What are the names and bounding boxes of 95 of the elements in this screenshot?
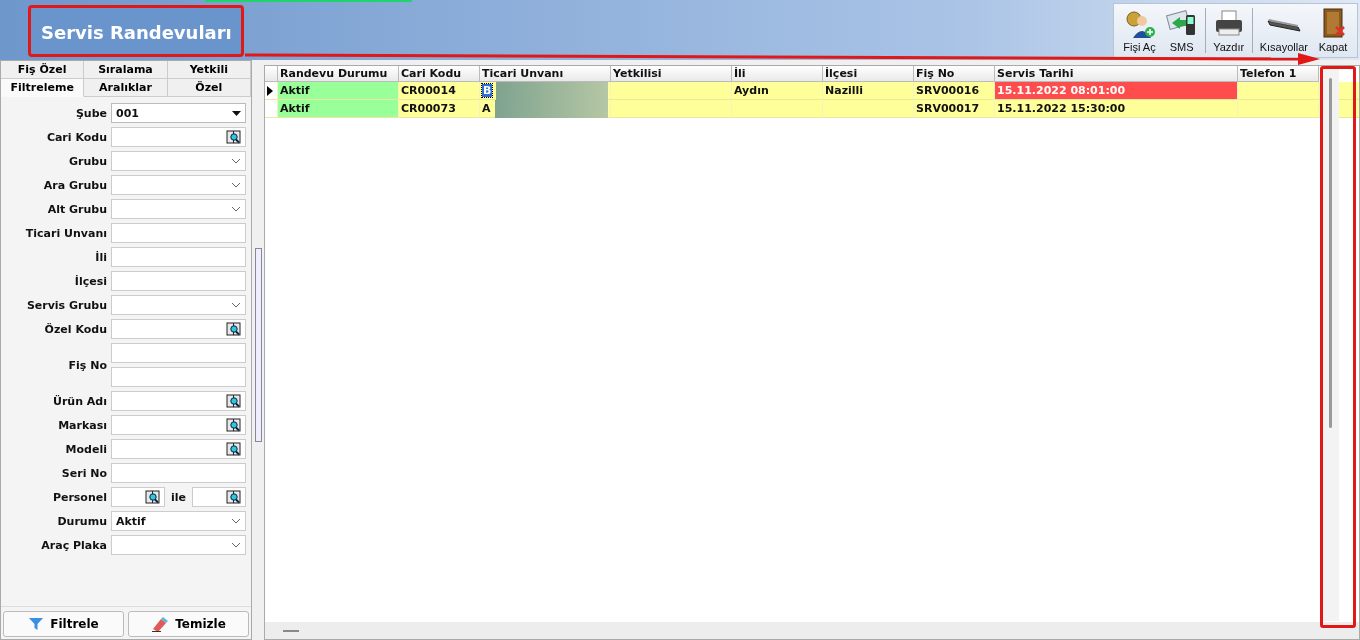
lookup-icon[interactable] <box>226 418 241 432</box>
lookup-field[interactable] <box>111 439 246 459</box>
tab[interactable]: Fiş Özel <box>1 61 85 79</box>
input-field[interactable] <box>111 247 246 267</box>
chevron-icon[interactable] <box>231 182 241 188</box>
lookup-field[interactable] <box>111 127 246 147</box>
field-label: Servis Grubu <box>25 298 107 312</box>
table-cell: 15.11.2022 15:30:00 <box>995 100 1238 118</box>
field-label: Fiş No <box>67 358 107 372</box>
column-header[interactable]: Yetkilisi <box>611 66 732 82</box>
lookup-icon[interactable] <box>226 130 241 144</box>
tab[interactable]: Filtreleme <box>1 79 85 97</box>
field-label: Şube <box>74 106 107 120</box>
field-label: Alt Grubu <box>46 202 107 216</box>
input-field[interactable] <box>111 367 246 387</box>
field-label: Personel <box>51 490 107 504</box>
input-field[interactable] <box>111 271 246 291</box>
dropdown-field[interactable] <box>111 175 246 195</box>
field-label: Grubu <box>68 154 107 168</box>
column-header[interactable]: Fiş No <box>914 66 995 82</box>
column-header[interactable]: Cari Kodu <box>399 66 480 82</box>
toolbar-button[interactable]: Kapat <box>1313 4 1353 57</box>
row-pointer-icon <box>267 85 273 96</box>
filter-button[interactable]: Filtrele <box>3 611 124 637</box>
tab[interactable]: Özel <box>167 79 251 97</box>
table-cell: B <box>480 82 611 100</box>
lookup-field[interactable] <box>111 415 246 435</box>
dropdown-arrow-icon[interactable] <box>232 110 241 116</box>
grid-corner <box>265 66 278 82</box>
column-header[interactable]: Ticari Unvanı <box>480 66 611 82</box>
field-label: ile <box>171 490 186 504</box>
funnel-icon <box>28 617 45 631</box>
toolbar-button[interactable]: SMS <box>1160 4 1203 57</box>
field-label: Ürün Adı <box>52 394 107 408</box>
splitter-handle[interactable] <box>254 248 262 442</box>
chevron-icon[interactable] <box>231 206 241 212</box>
table-cell: Aydın <box>732 82 823 100</box>
lookup-icon[interactable] <box>226 490 241 504</box>
chevron-icon[interactable] <box>231 518 241 524</box>
toolbar-button[interactable]: Yazdır <box>1207 4 1250 57</box>
table-cell: A <box>480 100 611 118</box>
dropdown-field[interactable] <box>111 199 246 219</box>
field-label: Araç Plaka <box>40 538 107 552</box>
lookup-icon[interactable] <box>226 322 241 336</box>
input-field[interactable] <box>111 463 246 483</box>
field-label: Durumu <box>56 514 107 528</box>
table-cell: SRV00016 <box>914 82 995 100</box>
dropdown-field[interactable] <box>111 295 246 315</box>
field-label: Ticari Unvanı <box>24 226 107 240</box>
chevron-icon[interactable] <box>231 542 241 548</box>
column-header[interactable]: Randevu Durumu <box>278 66 399 82</box>
lookup-field[interactable] <box>111 319 246 339</box>
tab[interactable]: Sıralama <box>84 61 168 79</box>
column-header[interactable]: Telefon 1 <box>1238 66 1319 82</box>
lookup-field[interactable] <box>111 487 165 507</box>
eraser-icon <box>151 616 170 632</box>
field-label: Cari Kodu <box>45 130 107 144</box>
field-label: İlçesi <box>73 274 107 288</box>
field-label: İli <box>94 250 107 264</box>
toolbar-button[interactable]: Kısayollar <box>1254 4 1313 57</box>
column-header[interactable]: Servis Tarihi <box>995 66 1238 82</box>
table-cell: Aktif <box>278 100 399 118</box>
field-label: Özel Kodu <box>43 322 107 336</box>
dropdown-field[interactable]: 001 <box>111 103 246 123</box>
table-cell: SRV00017 <box>914 100 995 118</box>
field-label: Seri No <box>60 466 107 480</box>
table-cell: CR00073 <box>399 100 480 118</box>
lookup-field[interactable] <box>111 391 246 411</box>
field-label: Modeli <box>64 442 107 456</box>
table-cell: 15.11.2022 08:01:00 <box>995 82 1238 100</box>
clear-button[interactable]: Temizle <box>128 611 249 637</box>
chevron-icon[interactable] <box>231 158 241 164</box>
chevron-icon[interactable] <box>231 302 241 308</box>
lookup-icon[interactable] <box>226 394 241 408</box>
table-cell: Nazilli <box>823 82 914 100</box>
table-cell: CR00014 <box>399 82 480 100</box>
dropdown-field[interactable]: Aktif <box>111 511 246 531</box>
field-label: Ara Grubu <box>42 178 107 192</box>
tab[interactable]: Yetkili <box>167 61 251 79</box>
window-title: Servis Randevuları <box>28 5 244 57</box>
tab[interactable]: Aralıklar <box>84 79 168 97</box>
row-indicator[interactable] <box>265 82 278 100</box>
input-field[interactable] <box>111 223 246 243</box>
toolbar-button[interactable]: Fişi Aç <box>1118 4 1161 57</box>
lookup-field[interactable] <box>192 487 246 507</box>
lookup-icon[interactable] <box>226 442 241 456</box>
column-header[interactable]: İlçesi <box>823 66 914 82</box>
dropdown-field[interactable] <box>111 151 246 171</box>
lookup-icon[interactable] <box>145 490 160 504</box>
input-field[interactable] <box>111 343 246 363</box>
field-label: Markası <box>57 418 107 432</box>
dropdown-field[interactable] <box>111 535 246 555</box>
horizontal-scrollbar[interactable] <box>265 622 1359 639</box>
table-cell: Aktif <box>278 82 399 100</box>
column-header[interactable]: İli <box>732 66 823 82</box>
